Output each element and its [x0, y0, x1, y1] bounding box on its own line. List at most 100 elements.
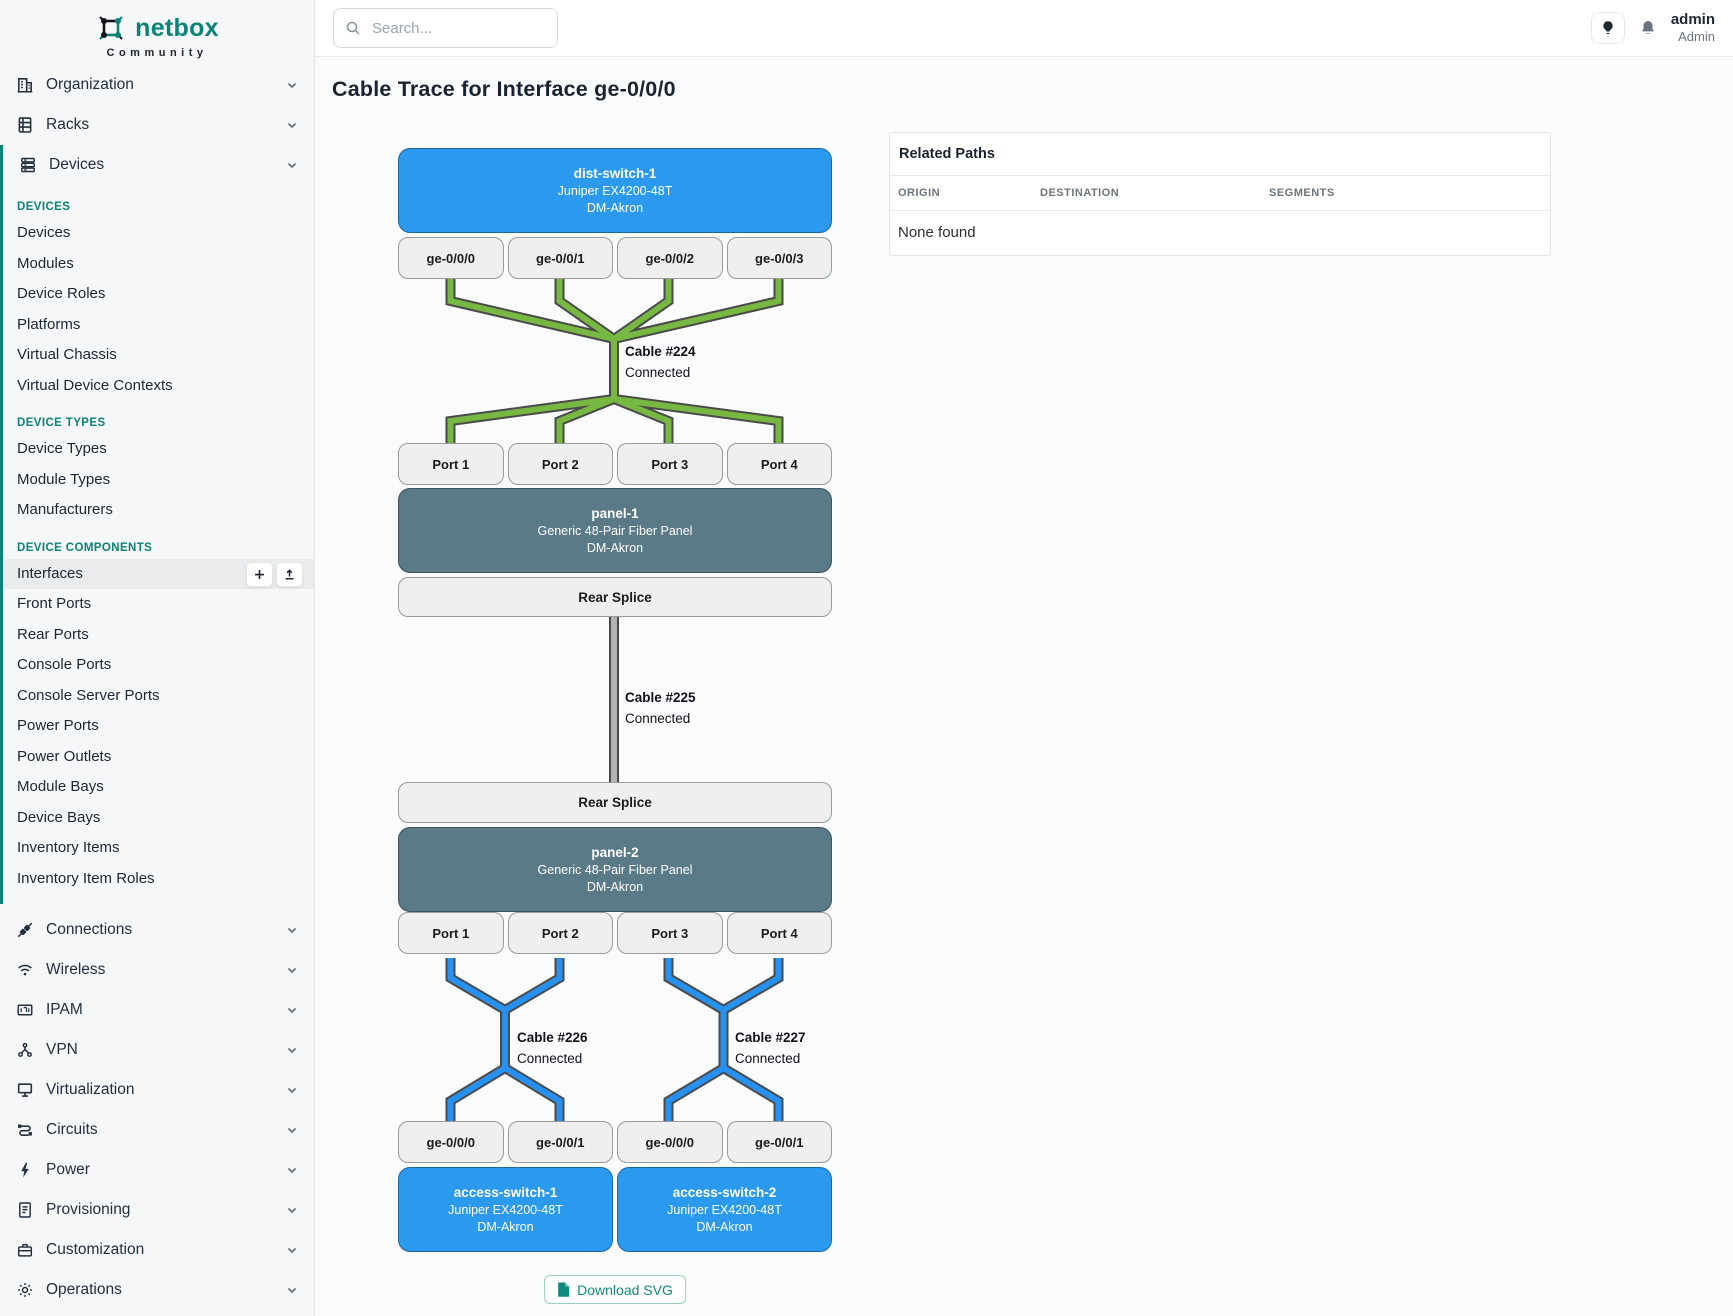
trace-node-access-switch-1[interactable]: access-switch-1 Juniper EX4200-48T DM-Ak… [398, 1167, 613, 1252]
sidebar-item-modules[interactable]: Modules [3, 249, 314, 280]
trace-port-panel2-4[interactable]: Port 4 [727, 912, 833, 954]
theme-toggle-button[interactable] [1591, 12, 1625, 44]
sidebar-item-device-types[interactable]: Device Types [3, 434, 314, 465]
sidebar-item-interfaces[interactable]: Interfaces [3, 559, 314, 590]
sidebar-item-manufacturers[interactable]: Manufacturers [3, 495, 314, 526]
brand-name: netbox [135, 14, 219, 43]
trace-port-ge-0-0-1[interactable]: ge-0/0/1 [508, 237, 614, 279]
sidebar-item-virtual-device-contexts[interactable]: Virtual Device Contexts [3, 371, 314, 402]
ip-card-icon [16, 1001, 34, 1019]
sidebar-item-operations[interactable]: Operations [0, 1270, 314, 1310]
sidebar-item-label: Circuits [46, 1121, 286, 1139]
sidebar-item-label: Organization [46, 76, 286, 94]
sidebar-item-label: VPN [46, 1041, 286, 1059]
network-nodes-icon [16, 1041, 34, 1059]
sidebar-item-provisioning[interactable]: Provisioning [0, 1190, 314, 1230]
lightning-icon [16, 1161, 34, 1179]
trace-node-dist-switch-1[interactable]: dist-switch-1 Juniper EX4200-48T DM-Akro… [398, 148, 832, 233]
add-interface-button[interactable] [246, 562, 273, 587]
sidebar-item-wireless[interactable]: Wireless [0, 950, 314, 990]
sidebar-item-platforms[interactable]: Platforms [3, 310, 314, 341]
sidebar-item-vpn[interactable]: VPN [0, 1030, 314, 1070]
user-menu[interactable]: admin Admin [1671, 11, 1715, 45]
device-model: Generic 48-Pair Fiber Panel [399, 863, 831, 877]
cable-trace-diagram: dist-switch-1 Juniper EX4200-48T DM-Akro… [398, 148, 832, 1316]
sidebar-item-inventory-item-roles[interactable]: Inventory Item Roles [3, 864, 314, 895]
trace-port-ge-0-0-2[interactable]: ge-0/0/2 [617, 237, 723, 279]
sidebar-item-label: Customization [46, 1241, 286, 1259]
chevron-down-icon [286, 1284, 298, 1296]
sidebar-item-inventory-items[interactable]: Inventory Items [3, 833, 314, 864]
trace-port-as1-ge-0-0-1[interactable]: ge-0/0/1 [508, 1121, 614, 1163]
sidebar-item-power-outlets[interactable]: Power Outlets [3, 742, 314, 773]
sidebar-item-virtual-chassis[interactable]: Virtual Chassis [3, 340, 314, 371]
sidebar-item-rear-ports[interactable]: Rear Ports [3, 620, 314, 651]
netbox-logo-icon [95, 12, 127, 44]
chevron-down-icon [286, 119, 298, 131]
trace-port-panel1-4[interactable]: Port 4 [727, 443, 833, 485]
related-paths-empty-row: None found [890, 211, 1550, 255]
download-svg-button[interactable]: Download SVG [544, 1275, 686, 1304]
sidebar-item-virtualization[interactable]: Virtualization [0, 1070, 314, 1110]
server-stack-icon [19, 156, 37, 174]
trace-port-ge-0-0-0[interactable]: ge-0/0/0 [398, 237, 504, 279]
sidebar-item-label: Racks [46, 116, 286, 134]
trace-panel2-ports-row: Port 1 Port 2 Port 3 Port 4 [398, 912, 832, 954]
sidebar-item-organization[interactable]: Organization [0, 65, 314, 105]
device-name: access-switch-2 [618, 1185, 831, 1200]
trace-node-panel-1[interactable]: panel-1 Generic 48-Pair Fiber Panel DM-A… [398, 488, 832, 573]
cable-224-label[interactable]: Cable #224 Connected [625, 341, 696, 383]
sidebar-item-label: Wireless [46, 961, 286, 979]
sidebar-item-module-bays[interactable]: Module Bays [3, 772, 314, 803]
brand-logo[interactable]: netbox Community [0, 0, 314, 65]
trace-port-panel2-1[interactable]: Port 1 [398, 912, 504, 954]
trace-port-ge-0-0-3[interactable]: ge-0/0/3 [727, 237, 833, 279]
trace-port-panel2-2[interactable]: Port 2 [508, 912, 614, 954]
chevron-down-icon [286, 1244, 298, 1256]
search-input[interactable] [333, 8, 558, 48]
trace-rear-splice-1[interactable]: Rear Splice [398, 577, 832, 617]
trace-port-panel2-3[interactable]: Port 3 [617, 912, 723, 954]
sidebar-item-racks[interactable]: Racks [0, 105, 314, 145]
sidebar-item-devices-menu[interactable]: Devices [3, 145, 314, 185]
toolbox-icon [16, 1241, 34, 1259]
sidebar-item-console-ports[interactable]: Console Ports [3, 650, 314, 681]
cable-225-label[interactable]: Cable #225 Connected [625, 687, 696, 729]
trace-node-panel-2[interactable]: panel-2 Generic 48-Pair Fiber Panel DM-A… [398, 827, 832, 912]
sidebar-item-connections[interactable]: Connections [0, 910, 314, 950]
import-interface-button[interactable] [276, 562, 303, 587]
device-name: access-switch-1 [399, 1185, 612, 1200]
trace-port-panel1-3[interactable]: Port 3 [617, 443, 723, 485]
gear-icon [16, 1281, 34, 1299]
trace-node-access-switch-2[interactable]: access-switch-2 Juniper EX4200-48T DM-Ak… [617, 1167, 832, 1252]
trace-port-as2-ge-0-0-1[interactable]: ge-0/0/1 [727, 1121, 833, 1163]
trace-port-as1-ge-0-0-0[interactable]: ge-0/0/0 [398, 1121, 504, 1163]
trace-port-panel1-2[interactable]: Port 2 [508, 443, 614, 485]
sidebar-item-device-roles[interactable]: Device Roles [3, 279, 314, 310]
sidebar-item-power-ports[interactable]: Power Ports [3, 711, 314, 742]
cable-226-label[interactable]: Cable #226 Connected [517, 1027, 588, 1069]
sidebar-item-ipam[interactable]: IPAM [0, 990, 314, 1030]
sidebar-item-module-types[interactable]: Module Types [3, 465, 314, 496]
sidebar-item-devices[interactable]: Devices [3, 218, 314, 249]
trace-port-panel1-1[interactable]: Port 1 [398, 443, 504, 485]
device-site: DM-Akron [399, 541, 831, 555]
sidebar-item-front-ports[interactable]: Front Ports [3, 589, 314, 620]
trace-rear-splice-2[interactable]: Rear Splice [398, 782, 832, 823]
trace-port-as2-ge-0-0-0[interactable]: ge-0/0/0 [617, 1121, 723, 1163]
sidebar-item-circuits[interactable]: Circuits [0, 1110, 314, 1150]
trace-panel1-ports-row: Port 1 Port 2 Port 3 Port 4 [398, 443, 832, 485]
cable-224-drawing [398, 279, 832, 443]
cable-227-label[interactable]: Cable #227 Connected [735, 1027, 806, 1069]
sidebar-item-power[interactable]: Power [0, 1150, 314, 1190]
chevron-down-icon [286, 1044, 298, 1056]
document-icon [16, 1201, 34, 1219]
device-model: Juniper EX4200-48T [399, 184, 831, 198]
notifications-bell-icon[interactable] [1639, 19, 1657, 37]
chevron-down-icon [286, 1124, 298, 1136]
sidebar-item-label: Provisioning [46, 1201, 286, 1219]
file-icon [557, 1282, 570, 1297]
sidebar-item-console-server-ports[interactable]: Console Server Ports [3, 681, 314, 712]
sidebar-item-customization[interactable]: Customization [0, 1230, 314, 1270]
sidebar-item-device-bays[interactable]: Device Bays [3, 803, 314, 834]
